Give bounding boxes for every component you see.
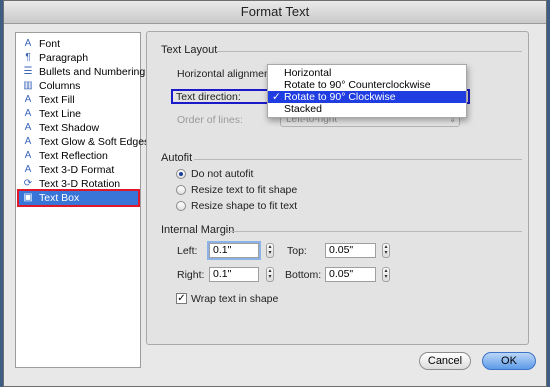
sidebar-item-text-fill[interactable]: A Text Fill — [19, 93, 139, 107]
right-margin-input[interactable]: 0.1" — [209, 267, 259, 282]
right-margin-label: Right: — [177, 269, 205, 281]
wrap-text-label: Wrap text in shape — [191, 293, 279, 305]
sidebar-item-text-glow[interactable]: A Text Glow & Soft Edges — [19, 135, 150, 149]
divider — [217, 51, 522, 52]
paragraph-icon: ¶ — [25, 52, 31, 63]
left-margin-label: Left: — [177, 245, 198, 257]
window-title: Format Text — [4, 1, 546, 24]
left-margin-stepper[interactable]: ▴ ▾ — [266, 243, 274, 258]
text-layout-title: Text Layout — [161, 44, 218, 56]
autofit-title: Autofit — [161, 152, 193, 164]
resize-text-radio[interactable] — [176, 185, 186, 195]
text-glow-icon: A — [24, 136, 32, 147]
resize-shape-label: Resize shape to fit text — [191, 200, 298, 212]
sidebar-item-paragraph[interactable]: ¶ Paragraph — [19, 51, 139, 65]
resize-text-label: Resize text to fit shape — [191, 184, 298, 196]
ok-button[interactable]: OK — [482, 352, 536, 370]
sidebar-item-text-box[interactable]: ▣ Text Box — [17, 189, 140, 207]
menu-item-rotate-ccw[interactable]: Rotate to 90° Counterclockwise — [268, 79, 466, 91]
horizontal-alignment-label: Horizontal alignment: — [177, 68, 276, 80]
bottom-margin-input[interactable]: 0.05" — [325, 267, 376, 282]
top-margin-stepper[interactable]: ▴ ▾ — [382, 243, 390, 258]
internal-margin-title: Internal Margin — [161, 224, 235, 236]
sidebar: A Font ¶ Paragraph ☰ Bullets and Numbering … — [15, 32, 150, 368]
columns-icon: ▥ — [23, 80, 33, 91]
right-margin-stepper[interactable]: ▴ ▾ — [266, 267, 274, 282]
menu-item-stacked[interactable]: Stacked — [268, 103, 466, 115]
text-3d-format-icon: A — [24, 164, 32, 175]
top-margin-input[interactable]: 0.05" — [325, 243, 376, 258]
sidebar-item-text-shadow[interactable]: A Text Shadow — [19, 121, 139, 135]
text-direction-menu: Horizontal Rotate to 90° Counterclockwis… — [267, 64, 467, 118]
cancel-button[interactable]: Cancel — [419, 352, 471, 370]
sidebar-item-text-reflection[interactable]: A Text Reflection — [19, 149, 139, 163]
text-line-icon: A — [24, 108, 32, 119]
divider — [228, 231, 522, 232]
menu-item-rotate-cw[interactable]: ✓ Rotate to 90° Clockwise — [268, 91, 466, 103]
bottom-margin-stepper[interactable]: ▴ ▾ — [382, 267, 390, 282]
resize-shape-radio[interactable] — [176, 201, 186, 211]
text-shadow-icon: A — [24, 122, 32, 133]
bullets-icon: ☰ — [23, 66, 33, 77]
top-margin-label: Top: — [287, 245, 307, 257]
wrap-text-checkbox[interactable]: ✓ — [176, 293, 187, 304]
sidebar-item-text-3d-format[interactable]: A Text 3-D Format — [19, 163, 139, 177]
left-margin-input[interactable]: 0.1" — [209, 243, 259, 258]
autofit-none-label: Do not autofit — [191, 168, 254, 180]
sidebar-item-text-line[interactable]: A Text Line — [19, 107, 139, 121]
text-3d-rotation-icon: ⟳ — [23, 178, 33, 189]
order-of-lines-label: Order of lines: — [177, 114, 243, 126]
font-icon: A — [24, 38, 32, 49]
text-direction-label: Text direction: — [176, 91, 241, 103]
sidebar-item-text-3d-rotation[interactable]: ⟳ Text 3-D Rotation — [19, 177, 139, 191]
checkmark-icon: ✓ — [272, 91, 281, 103]
sidebar-item-bullets[interactable]: ☰ Bullets and Numbering — [19, 65, 146, 79]
sidebar-item-font[interactable]: A Font — [19, 37, 139, 51]
menu-item-horizontal[interactable]: Horizontal — [268, 67, 466, 79]
divider — [194, 159, 522, 160]
sidebar-item-columns[interactable]: ▥ Columns — [19, 79, 139, 93]
text-box-icon: ▣ — [23, 192, 33, 203]
text-reflection-icon: A — [24, 150, 32, 161]
autofit-none-radio[interactable] — [176, 169, 186, 179]
text-fill-icon: A — [24, 94, 32, 105]
bottom-margin-label: Bottom: — [285, 269, 322, 281]
